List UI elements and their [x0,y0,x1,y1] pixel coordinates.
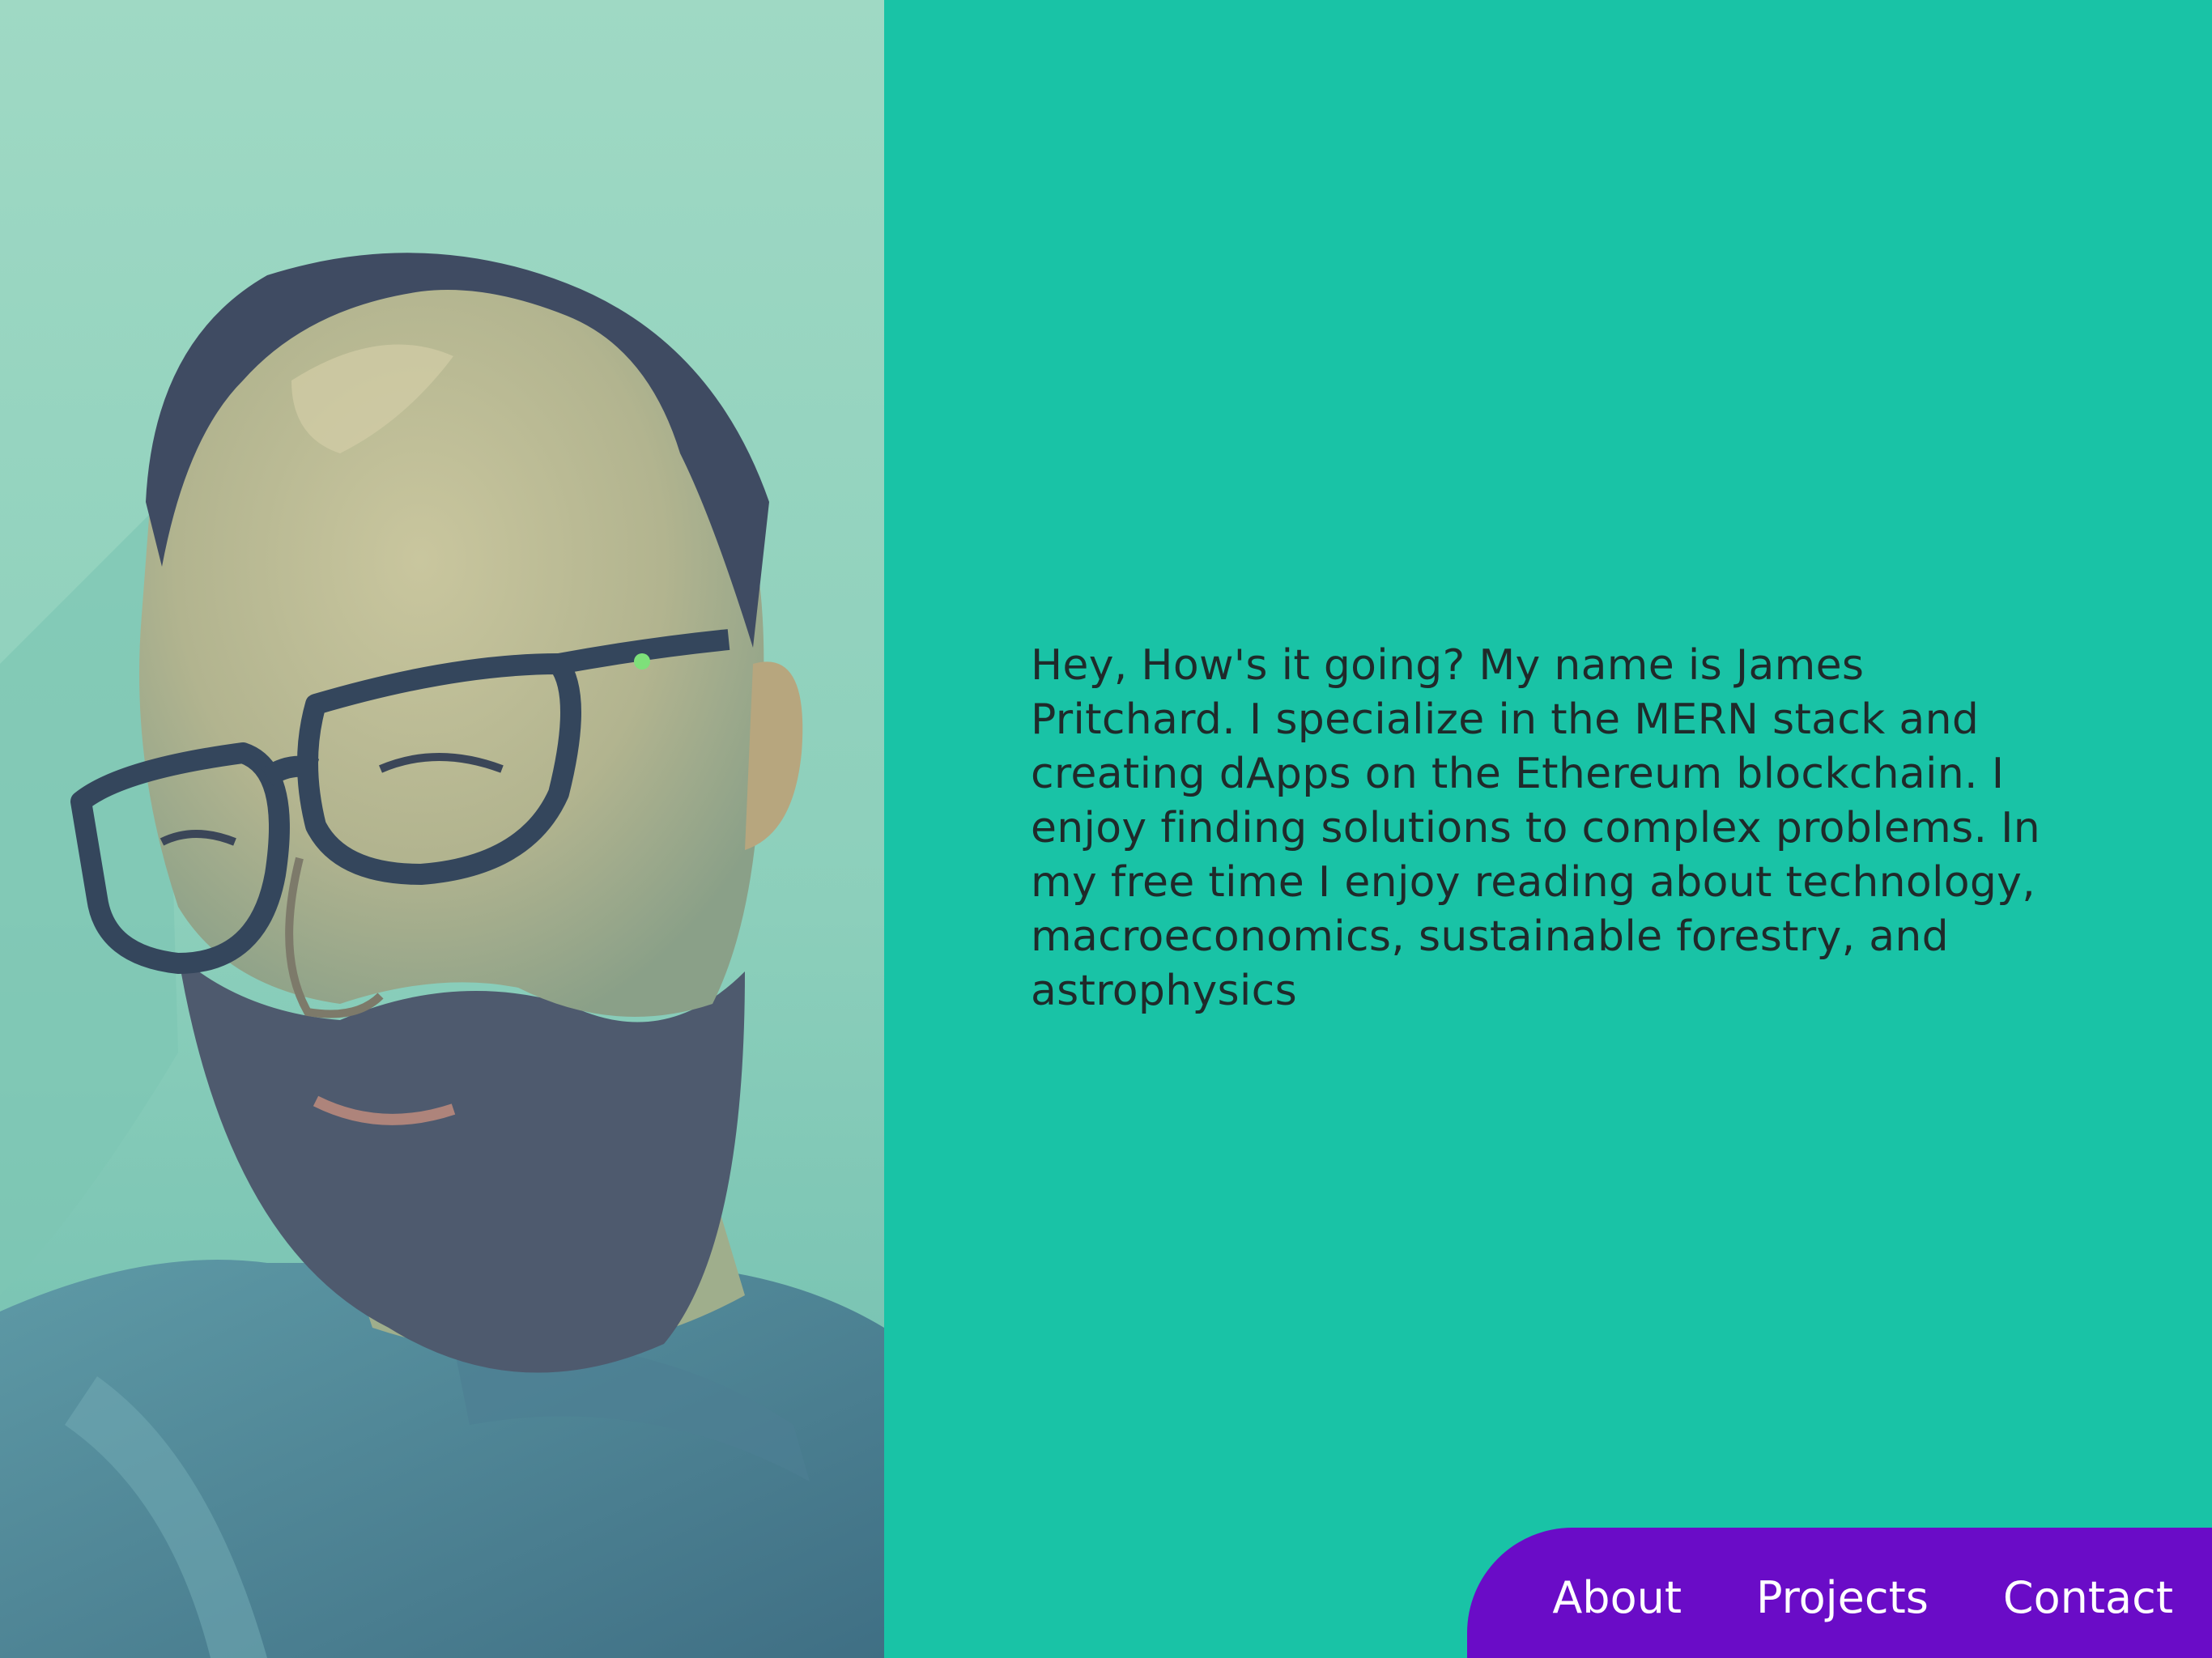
portrait-illustration [0,0,884,1658]
nav-link-contact[interactable]: Contact [2003,1562,2173,1623]
page: Hey, How's it going? My name is James Pr… [0,0,2212,1658]
nav-link-projects[interactable]: Projects [1756,1562,1929,1623]
main-nav: About Projects Contact [1467,1528,2212,1658]
nav-link-about[interactable]: About [1552,1562,1682,1623]
bio-paragraph: Hey, How's it going? My name is James Pr… [1031,641,2041,1015]
profile-portrait [0,0,884,1658]
